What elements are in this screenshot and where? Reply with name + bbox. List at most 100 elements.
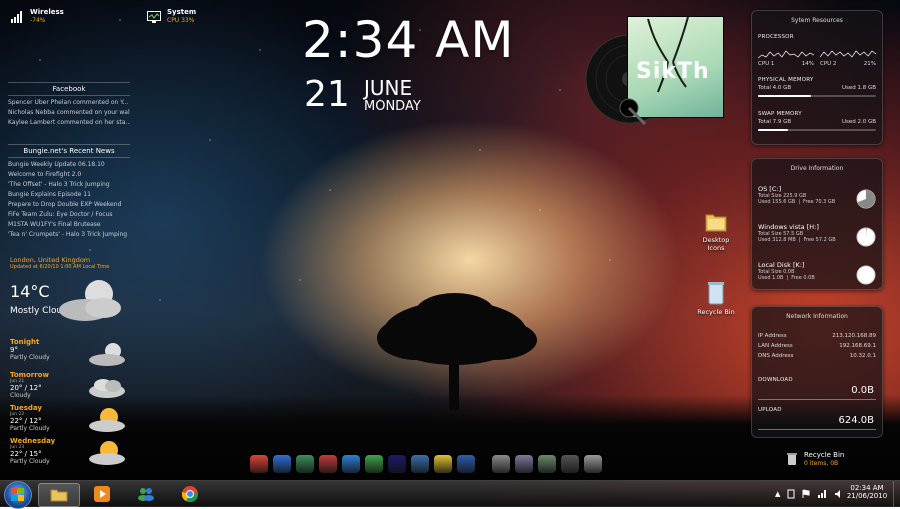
folder-music-icon[interactable]: [515, 455, 533, 473]
recycle-bin-gadget[interactable]: Recycle Bin 0 items, 0B: [786, 450, 886, 472]
tonearm-icon: [619, 98, 647, 126]
bird-icon[interactable]: [273, 455, 291, 473]
wireless-value: -74%: [30, 17, 46, 24]
drive-separator: |: [786, 275, 789, 281]
folder-docs-icon[interactable]: [584, 455, 602, 473]
start-button[interactable]: [4, 481, 32, 509]
bungie-news-item[interactable]: Bungie Explains Episode 11: [8, 190, 130, 200]
network-icon[interactable]: [319, 455, 337, 473]
taskbar-date: 21/06/2010: [846, 492, 888, 500]
tray-network-icon[interactable]: [817, 489, 827, 499]
cpu1-value: 14%: [801, 61, 814, 67]
tray-flag-icon[interactable]: [802, 489, 810, 499]
drive-usage-pie: [856, 227, 876, 251]
ip-label: IP Address: [758, 333, 787, 339]
notes-icon[interactable]: [457, 455, 475, 473]
taskbar-chrome[interactable]: [170, 483, 210, 505]
network-information-panel[interactable]: Network Information IP Address 213.120.1…: [751, 306, 883, 438]
system-gadget[interactable]: System CPU 33%: [147, 8, 207, 28]
drive-information-panel[interactable]: Drive Information OS [C:] Total Size 225.…: [751, 158, 883, 290]
folder-icon[interactable]: [492, 455, 510, 473]
upload-label: UPLOAD: [758, 407, 782, 413]
clock-time: 2:34 AM: [302, 11, 515, 69]
facebook-item[interactable]: Kaylee Lambert commented on her sta...: [8, 118, 130, 128]
playstation-icon[interactable]: [388, 455, 406, 473]
physical-memory-label: PHYSICAL MEMORY: [758, 77, 814, 83]
upload-graph-line: [758, 429, 876, 430]
bungie-news-gadget[interactable]: Bungie.net's Recent News Bungie Weekly U…: [8, 144, 130, 240]
dns-value: 10.32.0.1: [849, 353, 876, 359]
chrome-icon[interactable]: [250, 455, 268, 473]
cloud-icon: [85, 373, 130, 401]
tray-battery-icon[interactable]: [787, 489, 795, 499]
drive-item[interactable]: OS [C:] Total Size 225.9 GB Used 155.6 GB |…: [758, 185, 876, 219]
drive-used: Used 312.8 MB: [758, 237, 796, 243]
swap-total: Total 7.9 GB: [758, 119, 792, 125]
drive-free: Free 57.2 GB: [803, 237, 836, 243]
taskbar: ▲ 02:34 AM 21/06/2010: [0, 480, 900, 509]
recycle-bin-icon: [708, 282, 724, 305]
moon-cloud-icon: [85, 340, 130, 368]
people-icon[interactable]: [365, 455, 383, 473]
bungie-news-item[interactable]: Prepare to Drop Double EXP Weekend: [8, 200, 130, 210]
drive-free: Free 70.3 GB: [803, 199, 836, 205]
desktop-icons-label: Desktop Icons: [702, 236, 730, 252]
taskbar-time: 02:34 AM: [850, 484, 884, 492]
games-icon[interactable]: [561, 455, 579, 473]
bungie-title: Bungie.net's Recent News: [8, 144, 130, 158]
wireless-gadget[interactable]: Wireless -74%: [10, 8, 70, 28]
drive-free: Free 0.0B: [791, 275, 815, 281]
album-title: SikTh: [636, 59, 710, 84]
pen-icon[interactable]: [296, 455, 314, 473]
facebook-item[interactable]: Spencer Uber Phelan commented on Y...: [8, 98, 130, 108]
forecast-row: Tomorrow Jun 21 20° / 12° Cloudy: [10, 371, 135, 404]
recycle-bin-desktop-icon[interactable]: Recycle Bin: [694, 280, 738, 316]
clock-weekday: MONDAY: [364, 99, 421, 114]
system-resources-panel[interactable]: Sytem Resources PROCESSOR CPU 1 14% CPU …: [751, 10, 883, 145]
media-player-gadget[interactable]: SikTh: [585, 14, 725, 144]
windows-logo-icon: [11, 488, 24, 501]
bungie-news-item[interactable]: 'The Offset' - Halo 3 Trick Jumping: [8, 180, 130, 190]
drive-item[interactable]: Windows vista [H:] Total Size 57.5 GB Used…: [758, 223, 876, 257]
taskbar-clock[interactable]: 02:34 AM 21/06/2010: [842, 484, 892, 500]
cpu1-graph: [758, 50, 814, 59]
taskbar-messenger[interactable]: [126, 483, 166, 505]
lan-label: LAN Address: [758, 343, 793, 349]
bungie-news-item[interactable]: FiFe Team Zulu: Eye Doctor / Focus: [8, 210, 130, 220]
wireless-title: Wireless: [30, 8, 64, 16]
drive-usage-pie: [856, 265, 876, 289]
facebook-gadget[interactable]: Facebook Spencer Uber Phelan commented o…: [8, 82, 130, 128]
desktop-icons-folder[interactable]: Desktop Icons: [694, 210, 738, 252]
weather-gadget[interactable]: London, United Kingdom Updated at 6/20/1…: [10, 256, 135, 471]
moon-cloud-icon: [59, 280, 121, 321]
network-title: Network Information: [786, 313, 848, 320]
water-icon[interactable]: [411, 455, 429, 473]
tray-show-hidden-icon[interactable]: ▲: [775, 490, 780, 498]
bungie-news-item[interactable]: Welcome to Firefight 2.0: [8, 170, 130, 180]
facebook-item[interactable]: Nicholas Nebba commented on your wal...: [8, 108, 130, 118]
drive-used: Used 1.0B: [758, 275, 784, 281]
cpu2-label: CPU 2: [820, 61, 837, 67]
recycle-gadget-items: 0 items, 0B: [804, 460, 839, 467]
drive-separator: |: [798, 237, 801, 243]
dns-label: DNS Address: [758, 353, 794, 359]
folder-pictures-icon[interactable]: [538, 455, 556, 473]
weather-updated: Updated at 6/20/10 1:00 AM Local Time: [10, 264, 110, 270]
drive-item[interactable]: Local Disk [K:] Total Size 0.0B Used 1.0B |…: [758, 261, 876, 295]
recycle-bin-label: Recycle Bin: [697, 308, 735, 316]
dock: [250, 453, 607, 475]
physical-used: Used 1.8 GB: [841, 85, 876, 91]
browser-icon[interactable]: [342, 455, 360, 473]
bungie-news-item[interactable]: Bungie Weekly Update 06.18.10: [8, 160, 130, 170]
sun-cloud-icon: [85, 406, 130, 434]
sun-cloud-icon: [85, 439, 130, 467]
physical-memory-bar: [758, 95, 876, 97]
taskbar-explorer[interactable]: [38, 483, 80, 507]
bungie-news-item[interactable]: M1STA WU1FY's Final Brutease: [8, 220, 130, 230]
swap-memory-bar: [758, 129, 876, 131]
taskbar-media-player[interactable]: [82, 483, 122, 505]
clock-month: JUNE: [364, 76, 413, 100]
bungie-news-item[interactable]: 'Tea n' Crumpets' - Halo 3 Trick Jumping: [8, 230, 130, 240]
puzzle-icon[interactable]: [434, 455, 452, 473]
show-desktop-button[interactable]: [893, 481, 900, 507]
